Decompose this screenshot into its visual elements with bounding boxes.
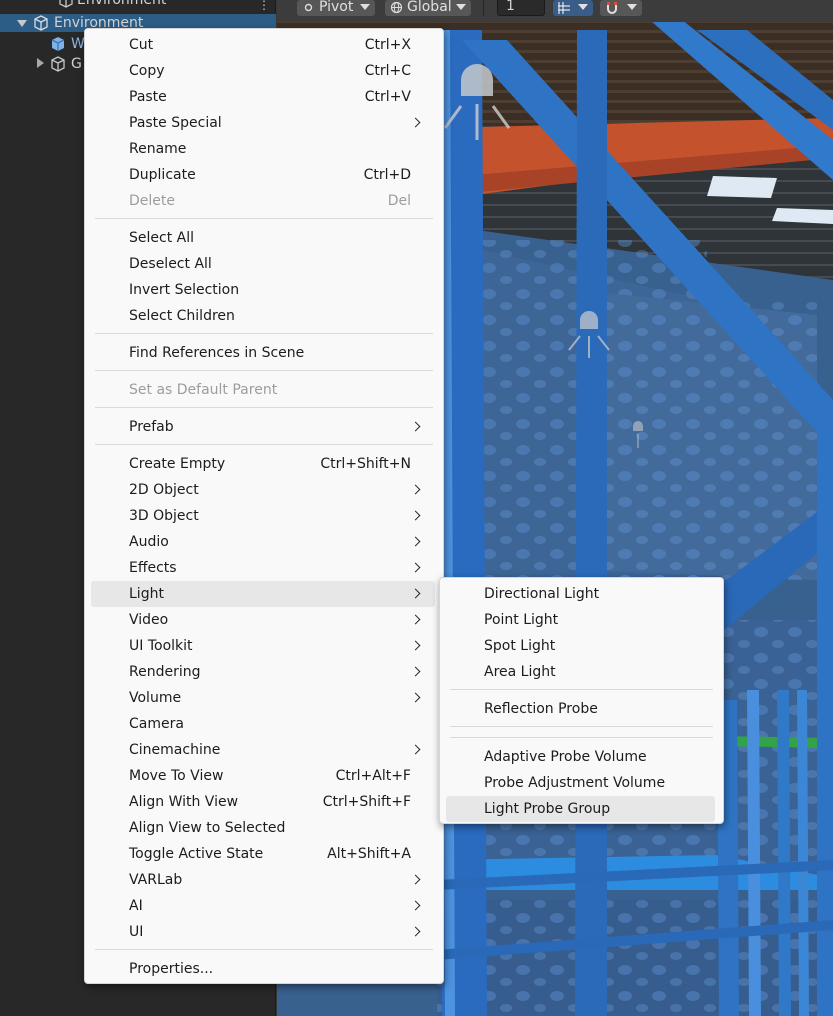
menu-item-prefab[interactable]: Prefab <box>91 414 435 440</box>
menu-item-invert-selection[interactable]: Invert Selection <box>91 277 435 303</box>
menu-item-ui-toolkit[interactable]: UI Toolkit <box>91 633 435 659</box>
menu-item-point-light[interactable]: Point Light <box>446 607 715 633</box>
chevron-right-icon <box>410 614 421 625</box>
menu-item-area-light[interactable]: Area Light <box>446 659 715 685</box>
hierarchy-item-top[interactable]: Environment <box>0 0 276 9</box>
chevron-right-icon <box>410 536 421 547</box>
menu-item-cinemachine[interactable]: Cinemachine <box>91 737 435 763</box>
gameobject-cube-icon <box>59 0 73 8</box>
prefab-cube-icon <box>51 37 65 51</box>
grid-size-input[interactable]: 1 <box>497 0 545 16</box>
chevron-right-icon <box>410 421 421 432</box>
global-label: Global <box>407 0 452 15</box>
menu-item-video[interactable]: Video <box>91 607 435 633</box>
menu-item-ui[interactable]: UI <box>91 919 435 945</box>
menu-item-camera[interactable]: Camera <box>91 711 435 737</box>
chevron-right-icon <box>410 510 421 521</box>
menu-item-3d-object[interactable]: 3D Object <box>91 503 435 529</box>
chevron-down-icon <box>456 4 466 10</box>
chevron-right-icon <box>410 588 421 599</box>
menu-separator <box>450 737 713 738</box>
menu-item-audio[interactable]: Audio <box>91 529 435 555</box>
scene-toolbar: Pivot Global 1 <box>277 0 833 22</box>
menu-item-2d-object[interactable]: 2D Object <box>91 477 435 503</box>
chevron-right-icon <box>410 484 421 495</box>
menu-item-find-references[interactable]: Find References in Scene <box>91 340 435 366</box>
menu-item-paste-special[interactable]: Paste Special <box>91 110 435 136</box>
hierarchy-item-label: G <box>71 56 82 72</box>
chevron-down-icon <box>627 4 637 10</box>
chevron-right-icon <box>410 666 421 677</box>
menu-item-light[interactable]: Light <box>91 581 435 607</box>
chevron-right-icon <box>410 562 421 573</box>
menu-item-properties[interactable]: Properties... <box>91 956 435 982</box>
menu-item-effects[interactable]: Effects <box>91 555 435 581</box>
menu-item-toggle-active-state[interactable]: Toggle Active State Alt+Shift+A <box>91 841 435 867</box>
chevron-down-icon <box>578 4 588 10</box>
menu-item-cut[interactable]: Cut Ctrl+X <box>91 32 435 58</box>
gameobject-cube-icon <box>51 56 65 72</box>
context-menu: Cut Ctrl+X Copy Ctrl+C Paste Ctrl+V Paste S… <box>84 28 444 984</box>
menu-item-set-default-parent: Set as Default Parent <box>129 382 278 398</box>
menu-separator <box>95 444 433 445</box>
menu-item-rename[interactable]: Rename <box>91 136 435 162</box>
more-options-icon[interactable]: ⋮ <box>258 0 270 12</box>
light-submenu: Directional Light Point Light Spot Light… <box>439 577 724 824</box>
menu-item-ai[interactable]: AI <box>91 893 435 919</box>
grid-snap-icon <box>558 2 570 14</box>
magnet-icon <box>607 2 617 14</box>
gameobject-cube-icon <box>34 15 48 31</box>
chevron-right-icon <box>410 874 421 885</box>
menu-item-create-empty[interactable]: Create Empty Ctrl+Shift+N <box>91 451 435 477</box>
pivot-dropdown[interactable]: Pivot <box>297 0 375 16</box>
pivot-label: Pivot <box>319 0 354 15</box>
chevron-right-icon <box>410 117 421 128</box>
menu-item-paste[interactable]: Paste Ctrl+V <box>91 84 435 110</box>
menu-separator <box>450 689 713 690</box>
pivot-icon <box>304 3 313 12</box>
menu-item-delete: Delete Del <box>129 193 411 209</box>
menu-separator <box>95 949 433 950</box>
menu-separator <box>95 407 433 408</box>
globe-icon <box>390 1 403 14</box>
menu-item-duplicate[interactable]: Duplicate Ctrl+D <box>91 162 435 188</box>
toolbar-divider <box>483 0 484 16</box>
chevron-right-icon <box>410 692 421 703</box>
menu-item-deselect-all[interactable]: Deselect All <box>91 251 435 277</box>
chevron-right-icon <box>410 926 421 937</box>
menu-item-adaptive-probe-volume[interactable]: Adaptive Probe Volume <box>446 744 715 770</box>
menu-separator <box>95 218 433 219</box>
menu-item-select-all[interactable]: Select All <box>91 225 435 251</box>
menu-separator <box>95 370 433 371</box>
menu-item-align-view-to-selected[interactable]: Align View to Selected <box>91 815 435 841</box>
menu-item-varlab[interactable]: VARLab <box>91 867 435 893</box>
hierarchy-item-label: Environment <box>77 0 167 8</box>
collapse-caret-icon[interactable] <box>37 58 44 68</box>
menu-separator <box>95 333 433 334</box>
menu-item-move-to-view[interactable]: Move To View Ctrl+Alt+F <box>91 763 435 789</box>
menu-item-rendering[interactable]: Rendering <box>91 659 435 685</box>
menu-item-spot-light[interactable]: Spot Light <box>446 633 715 659</box>
menu-item-directional-light[interactable]: Directional Light <box>446 581 715 607</box>
chevron-down-icon <box>360 4 370 10</box>
menu-item-probe-adjustment-volume[interactable]: Probe Adjustment Volume <box>446 770 715 796</box>
menu-item-align-with-view[interactable]: Align With View Ctrl+Shift+F <box>91 789 435 815</box>
hierarchy-item-label: W <box>71 36 85 52</box>
menu-item-light-probe-group[interactable]: Light Probe Group <box>446 796 715 822</box>
grid-snap-toggle[interactable] <box>553 0 593 16</box>
chevron-right-icon <box>410 744 421 755</box>
expand-caret-icon[interactable] <box>17 20 27 27</box>
menu-separator <box>450 726 713 727</box>
menu-item-reflection-probe[interactable]: Reflection Probe <box>446 696 715 722</box>
chevron-right-icon <box>410 640 421 651</box>
menu-item-select-children[interactable]: Select Children <box>91 303 435 329</box>
global-dropdown[interactable]: Global <box>385 0 471 16</box>
menu-item-copy[interactable]: Copy Ctrl+C <box>91 58 435 84</box>
menu-item-volume[interactable]: Volume <box>91 685 435 711</box>
chevron-right-icon <box>410 900 421 911</box>
increment-snap-toggle[interactable] <box>600 0 642 16</box>
